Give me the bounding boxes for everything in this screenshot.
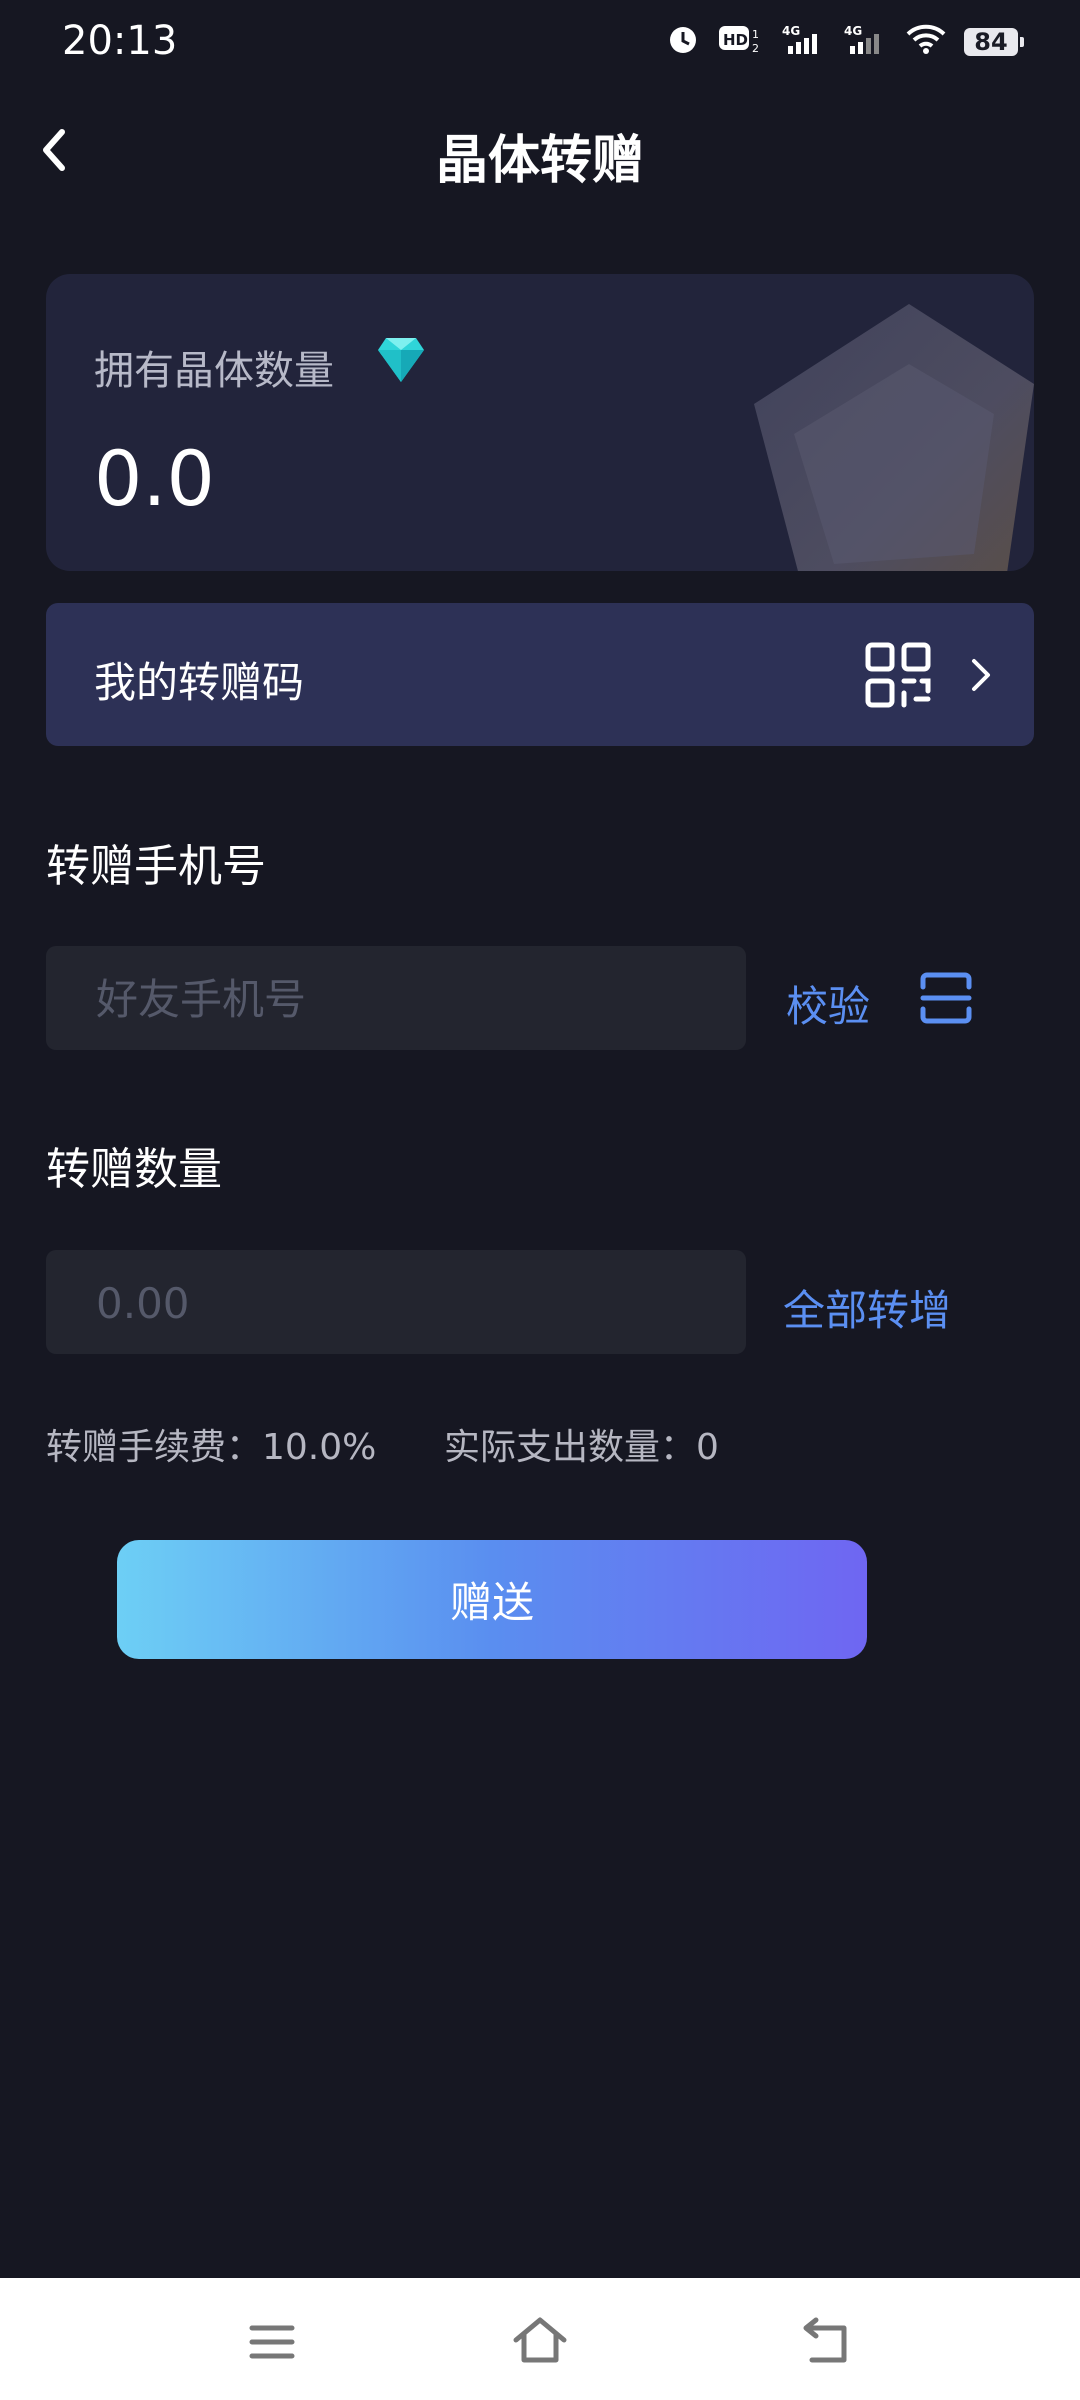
send-button[interactable]: 赠送 xyxy=(117,1540,867,1659)
crystal-decoration xyxy=(744,294,1034,571)
battery-indicator: 84 xyxy=(964,28,1024,56)
send-button-label: 赠送 xyxy=(449,1578,534,1627)
status-bar: 20:13 HD 1 2 4G 4G 84 xyxy=(0,0,1080,86)
scan-icon[interactable] xyxy=(920,972,972,1024)
status-time: 20:13 xyxy=(62,18,178,64)
amount-input[interactable] xyxy=(94,1250,698,1356)
signal-4g-icon-1: 4G xyxy=(782,22,826,62)
page-title: 晶体转赠 xyxy=(435,131,644,191)
balance-card: 拥有晶体数量 0.0 xyxy=(46,274,1034,571)
chevron-right-icon xyxy=(962,655,998,695)
phone-section-title: 转赠手机号 xyxy=(46,841,266,892)
svg-text:1: 1 xyxy=(752,28,759,41)
signal-4g-icon-2: 4G xyxy=(844,22,888,62)
transfer-all-button[interactable]: 全部转增 xyxy=(783,1277,951,1338)
system-nav-bar xyxy=(0,2278,1080,2400)
svg-text:4G: 4G xyxy=(844,24,862,38)
amount-input-box[interactable] xyxy=(46,1250,746,1356)
actual-spend-text: 实际支出数量：0 xyxy=(444,1427,719,1468)
svg-text:HD: HD xyxy=(723,31,748,49)
menu-icon[interactable] xyxy=(244,2314,300,2370)
svg-text:2: 2 xyxy=(752,42,759,55)
fee-rate-text: 转赠手续费：10.0% xyxy=(46,1427,377,1468)
amount-section-title: 转赠数量 xyxy=(46,1144,222,1195)
svg-text:4G: 4G xyxy=(782,24,800,38)
header: 晶体转赠 xyxy=(0,110,1080,191)
my-transfer-code-row[interactable]: 我的转赠码 xyxy=(46,603,1034,746)
back-icon[interactable] xyxy=(798,2314,854,2370)
status-icons: HD 1 2 4G 4G 84 xyxy=(666,22,1024,62)
phone-input-box[interactable] xyxy=(46,946,746,1052)
hd-icon: HD 1 2 xyxy=(718,22,764,62)
wifi-icon xyxy=(906,22,946,62)
home-icon[interactable] xyxy=(512,2314,568,2370)
diamond-icon xyxy=(378,334,424,384)
alarm-icon xyxy=(666,22,700,62)
phone-input[interactable] xyxy=(94,946,698,1052)
verify-button[interactable]: 校验 xyxy=(786,973,870,1034)
balance-label: 拥有晶体数量 xyxy=(94,348,334,394)
transfer-code-label: 我的转赠码 xyxy=(94,658,305,707)
balance-value: 0.0 xyxy=(94,434,215,523)
qr-code-icon xyxy=(864,641,932,709)
